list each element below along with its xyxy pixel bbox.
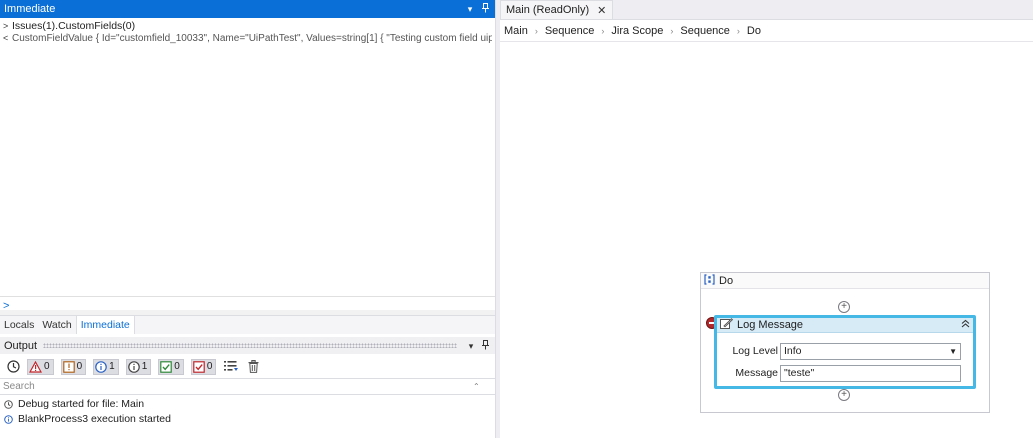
sequence-title: Do [719, 274, 734, 287]
clear-trash-icon[interactable] [245, 359, 261, 375]
tab-label: Main (ReadOnly) [506, 4, 590, 16]
output-title: Output [4, 339, 38, 352]
log-message-activity[interactable]: Log Message Log Level Info ▼ Message "te… [714, 315, 976, 389]
breadcrumb-sequence-inner[interactable]: Sequence [680, 25, 730, 37]
message-label: Message [735, 367, 778, 379]
filter-list-icon[interactable] [223, 359, 239, 375]
message-value: "teste" [784, 367, 815, 379]
tab-main-readonly[interactable]: Main (ReadOnly) ✕ [500, 0, 614, 19]
timestamp-clock-icon[interactable] [5, 359, 21, 375]
add-activity-bottom-icon[interactable]: + [838, 389, 850, 401]
log-level-select[interactable]: Info ▼ [780, 342, 961, 360]
output-titlebar: Output ▾ [0, 337, 495, 354]
dropdown-caret-icon: ▼ [949, 346, 957, 356]
immediate-expression: Issues(1).CustomFields(0) [12, 20, 136, 32]
filter-errors[interactable]: 0 [27, 358, 54, 375]
panel-menu-icon[interactable]: ▾ [464, 3, 476, 15]
filter-info[interactable]: 1 [93, 358, 119, 375]
clock-icon [3, 400, 13, 410]
collapse-icon[interactable] [961, 319, 970, 331]
trace-circle-icon [127, 360, 140, 373]
scroll-up-icon[interactable]: ⌃ [473, 382, 480, 391]
activity-header[interactable]: Log Message [717, 318, 973, 333]
message-row: Message "teste" [717, 364, 973, 382]
log-entry[interactable]: BlankProcess3 execution started [3, 412, 492, 427]
log-level-row: Log Level Info ▼ [717, 342, 973, 360]
panel-menu-icon[interactable]: ▾ [465, 340, 477, 352]
chevron-right-icon: › [534, 25, 538, 36]
document-tabs: Main (ReadOnly) ✕ [500, 0, 1033, 20]
add-activity-top-icon[interactable]: + [838, 301, 850, 313]
breadcrumb-main[interactable]: Main [504, 25, 528, 37]
warning-square-icon [62, 360, 75, 373]
chevron-right-icon: › [670, 25, 674, 36]
breadcrumb-sequence[interactable]: Sequence [545, 25, 595, 37]
immediate-result-line: < CustomFieldValue { Id="customfield_100… [3, 32, 492, 44]
output-search-input[interactable] [3, 381, 473, 392]
pin-icon[interactable] [479, 339, 491, 352]
error-triangle-icon [29, 360, 42, 373]
designer-canvas[interactable]: Do + Log Message Log Level Info ▼ Messag… [500, 43, 1033, 438]
critical-check-icon [193, 360, 205, 373]
immediate-result: CustomFieldValue { Id="customfield_10033… [12, 33, 492, 44]
debug-panels: Immediate ▾ > Issues(1).CustomFields(0) … [0, 0, 495, 438]
output-marker: < [3, 33, 9, 43]
tab-locals[interactable]: Locals [0, 316, 38, 334]
breadcrumb: Main › Sequence › Jira Scope › Sequence … [500, 20, 1033, 42]
immediate-titlebar: Immediate ▾ [0, 0, 495, 18]
info-icon [3, 415, 13, 425]
immediate-output[interactable]: > Issues(1).CustomFields(0) < CustomFiel… [0, 18, 495, 296]
log-entry-text: Debug started for file: Main [18, 398, 145, 410]
critical-count: 0 [206, 361, 213, 372]
output-log[interactable]: Debug started for file: Main BlankProces… [0, 396, 495, 438]
sequence-header[interactable]: Do [701, 273, 989, 289]
filter-verbose[interactable]: 0 [158, 358, 184, 375]
filter-trace[interactable]: 1 [125, 358, 152, 375]
breadcrumb-jira-scope[interactable]: Jira Scope [611, 25, 663, 37]
close-icon[interactable]: ✕ [597, 4, 606, 17]
log-level-value: Info [784, 345, 802, 357]
activity-title: Log Message [737, 319, 804, 331]
log-entry[interactable]: Debug started for file: Main [3, 397, 492, 412]
tab-immediate[interactable]: Immediate [75, 316, 135, 334]
tab-watch[interactable]: Watch [38, 316, 75, 334]
log-message-icon [720, 318, 734, 332]
filter-critical[interactable]: 0 [190, 358, 217, 375]
log-entry-text: BlankProcess3 execution started [18, 413, 171, 425]
immediate-input-line: > Issues(1).CustomFields(0) [3, 20, 492, 32]
chevron-right-icon: › [736, 25, 740, 36]
workflow-designer: Main (ReadOnly) ✕ Main › Sequence › Jira… [500, 0, 1033, 438]
info-count: 1 [109, 361, 115, 372]
sequence-icon [704, 273, 715, 288]
pin-icon[interactable] [479, 3, 491, 15]
message-input[interactable]: "teste" [780, 364, 961, 382]
info-circle-icon [95, 360, 107, 373]
sequence-do[interactable]: Do + Log Message Log Level Info ▼ Messag… [700, 272, 990, 413]
titlebar-grip [43, 343, 457, 348]
chevron-right-icon: › [601, 25, 605, 36]
trace-count: 1 [141, 361, 148, 372]
verbose-count: 0 [174, 361, 180, 372]
errors-count: 0 [44, 361, 50, 372]
breadcrumb-do[interactable]: Do [747, 25, 761, 37]
check-square-icon [160, 360, 173, 373]
filter-warnings[interactable]: 0 [60, 358, 87, 375]
warnings-count: 0 [76, 361, 83, 372]
immediate-title: Immediate [4, 3, 56, 15]
output-toolbar: 0 0 1 1 0 0 [0, 356, 495, 377]
debug-tabs: Locals Watch Immediate [0, 315, 495, 334]
input-marker: > [3, 21, 9, 31]
output-search: ⌃ [0, 378, 495, 395]
log-level-label: Log Level [732, 345, 778, 357]
